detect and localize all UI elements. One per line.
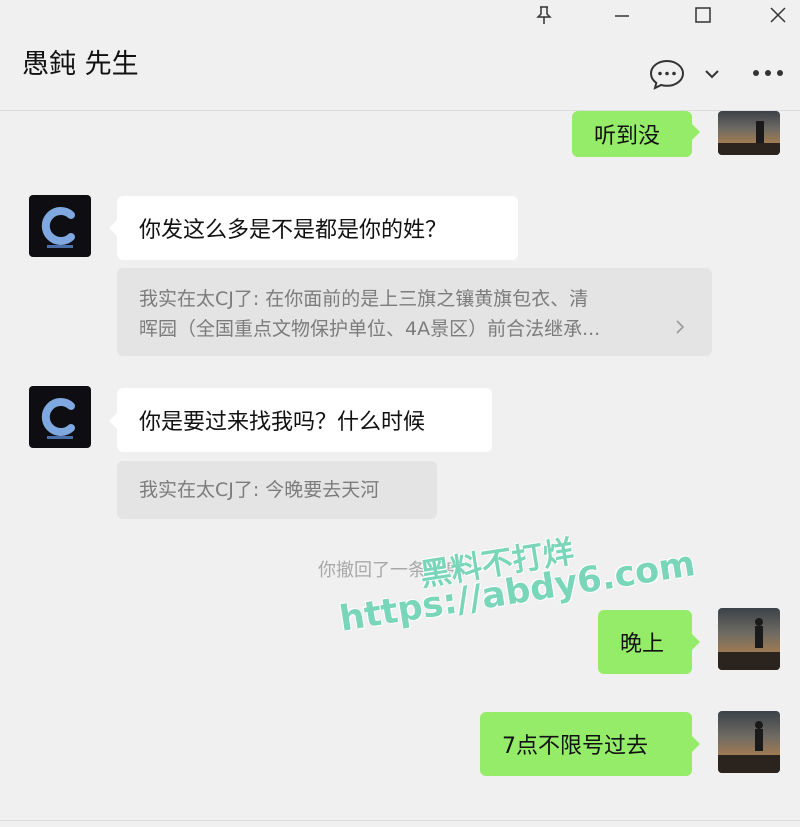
quote-text-line: 我实在太CJ了: 在你面前的是上三旗之镶黄旗包衣、清 [139, 288, 589, 310]
message-bubble-outgoing[interactable]: 听到没 [572, 111, 692, 157]
message-text: 晚上 [620, 632, 665, 657]
chat-bubble-icon[interactable] [646, 56, 688, 92]
bubble-tail [692, 124, 700, 140]
bubble-tail [109, 413, 117, 429]
quoted-message[interactable]: 我实在太CJ了: 在你面前的是上三旗之镶黄旗包衣、清 晖园（全国重点文物保护单位… [117, 268, 712, 356]
bubble-tail [109, 220, 117, 236]
message-bubble-outgoing[interactable]: 晚上 [598, 610, 692, 674]
my-avatar[interactable] [718, 608, 780, 670]
message-text: 7点不限号过去 [502, 734, 648, 759]
quoted-message[interactable]: 我实在太CJ了: 今晚要去天河 [117, 461, 437, 519]
message-bubble-outgoing[interactable]: 7点不限号过去 [480, 712, 692, 776]
quote-text-line: 晖园（全国重点文物保护单位、4A景区）前合法继承... [139, 318, 601, 340]
contact-avatar[interactable] [29, 386, 91, 448]
chevron-down-icon[interactable] [700, 62, 724, 86]
minimize-icon[interactable] [600, 0, 644, 30]
chat-title: 愚鈍 先生 [22, 49, 139, 80]
contact-avatar[interactable] [29, 195, 91, 257]
divider [0, 820, 800, 821]
bubble-tail [692, 634, 700, 650]
message-bubble-incoming[interactable]: 你是要过来找我吗？什么时候 [117, 388, 492, 452]
message-text: 你是要过来找我吗？什么时候 [139, 410, 426, 435]
title-bar: 愚鈍 先生 [0, 0, 800, 111]
chevron-right-icon[interactable] [675, 318, 685, 340]
close-icon[interactable] [756, 0, 800, 30]
message-text: 你发这么多是不是都是你的姓？ [139, 218, 448, 243]
pin-icon[interactable] [522, 0, 566, 30]
bubble-tail [692, 736, 700, 752]
maximize-icon[interactable] [681, 0, 725, 30]
quote-text-line: 我实在太CJ了: 今晚要去天河 [139, 479, 380, 501]
my-avatar[interactable] [718, 111, 780, 155]
message-text: 听到没 [594, 124, 661, 149]
my-avatar[interactable] [718, 711, 780, 773]
more-icon[interactable] [748, 60, 788, 86]
message-bubble-incoming[interactable]: 你发这么多是不是都是你的姓？ [117, 196, 518, 260]
